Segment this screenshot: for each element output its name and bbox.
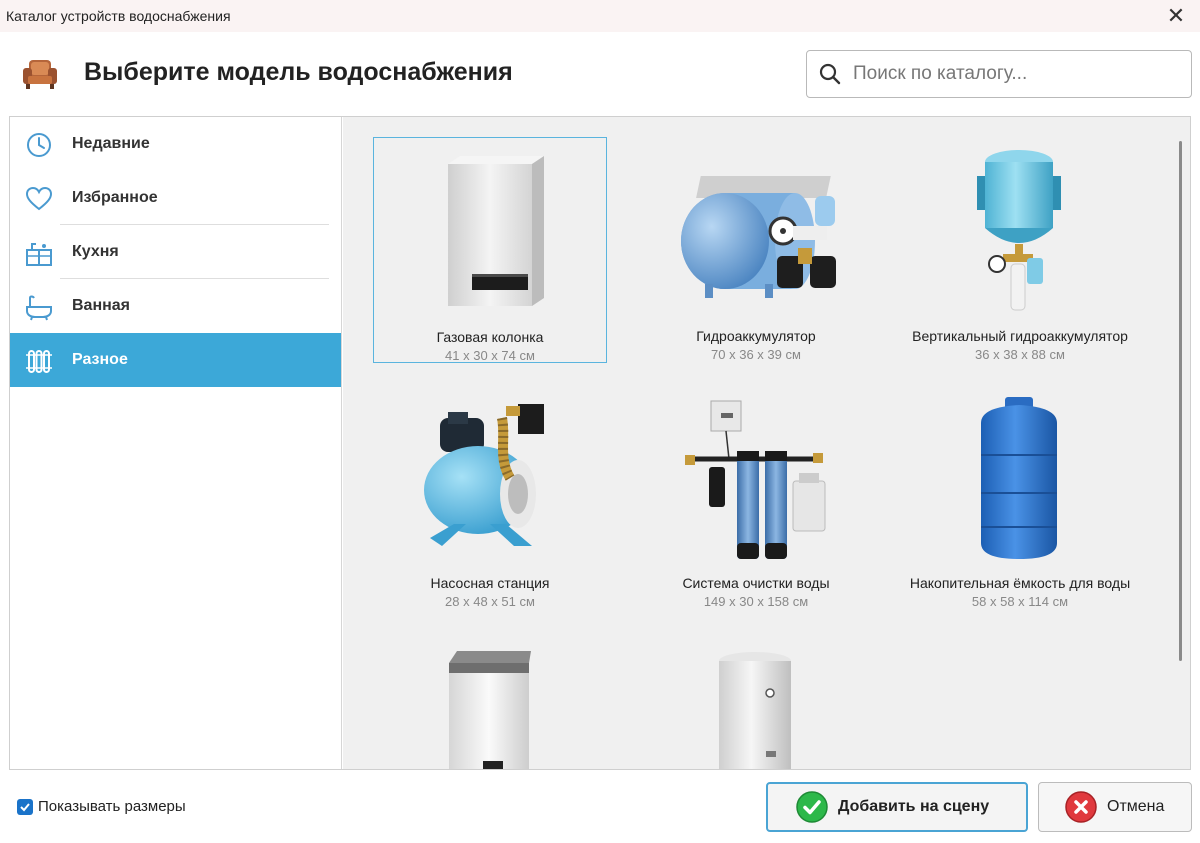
search-input[interactable] [853,63,1173,85]
header: Выберите модель водоснабжения [0,32,1200,116]
ok-check-icon [796,791,828,823]
item-dimensions: 41 x 30 x 74 см [445,348,535,363]
close-icon[interactable]: ✕ [1164,3,1188,28]
armchair-icon [23,60,57,89]
sidebar-item-favorites[interactable]: Избранное [10,171,341,225]
search-box[interactable] [806,50,1192,98]
add-to-scene-button[interactable]: Добавить на сцену [766,782,1028,832]
kitchen-icon [26,243,52,266]
sidebar-item-label: Кухня [72,243,119,260]
page-title: Выберите модель водоснабжения [84,58,513,86]
item-dimensions: 36 x 38 x 88 см [975,347,1065,362]
cancel-button[interactable]: Отмена [1038,782,1192,832]
item-name: Вертикальный гидроаккумулятор [912,328,1128,344]
catalog-item-water-purification[interactable]: Система очистки воды 149 x 30 x 158 см [639,384,873,610]
bathtub-icon [26,295,52,321]
catalog-item-water-heater[interactable] [373,631,607,769]
catalog-item-pump-station[interactable]: Насосная станция 28 x 48 x 51 см [373,384,607,610]
heart-icon [25,186,53,211]
scrollbar-thumb[interactable] [1179,141,1182,661]
item-name: Накопительная ёмкость для воды [909,575,1131,591]
footer: Показывать размеры Добавить на сцену Отм… [0,770,1200,843]
sidebar-item-label: Разное [72,351,128,368]
sidebar-item-kitchen[interactable]: Кухня [10,225,341,279]
item-name: Гидроаккумулятор [696,328,816,344]
catalog-panel: Недавние Избранное Кухня Ванная Разное Г… [9,116,1191,770]
checkbox-checked-icon[interactable] [17,798,33,815]
category-sidebar: Недавние Избранное Кухня Ванная Разное [10,117,342,769]
gas-heater-image [374,142,606,322]
accumulator-image [639,141,871,321]
boiler-image [639,635,871,769]
catalog-item-vertical-accumulator[interactable]: Вертикальный гидроаккумулятор 36 x 38 x … [903,137,1137,363]
catalog-item-gas-heater[interactable]: Газовая колонка 41 x 30 x 74 см [373,137,607,363]
vertical-accumulator-image [903,141,1135,321]
item-name: Насосная станция [430,575,550,591]
water-heater-image [373,635,605,769]
water-purification-image [639,388,871,568]
item-dimensions: 70 x 36 x 39 см [711,347,801,362]
search-icon [807,51,853,97]
catalog-item-boiler[interactable] [639,631,873,769]
item-dimensions: 149 x 30 x 158 см [703,594,809,609]
catalog-item-accumulator[interactable]: Гидроаккумулятор 70 x 36 x 39 см [639,137,873,363]
sidebar-item-label: Недавние [72,135,150,152]
show-sizes-label[interactable]: Показывать размеры [38,798,186,815]
sidebar-item-bathroom[interactable]: Ванная [10,279,341,333]
title-bar: Каталог устройств водоснабжения ✕ [0,0,1200,32]
catalog-item-water-tank[interactable]: Накопительная ёмкость для воды 58 x 58 x… [903,384,1137,610]
sidebar-item-misc[interactable]: Разное [10,333,341,387]
cancel-x-icon [1065,791,1097,823]
add-button-label: Добавить на сцену [838,798,990,815]
item-dimensions: 28 x 48 x 51 см [445,594,535,609]
pump-station-image [373,388,605,568]
show-sizes-checkbox[interactable]: Показывать размеры [17,798,186,815]
sidebar-item-recent[interactable]: Недавние [10,117,341,171]
sidebar-item-label: Ванная [72,297,131,314]
clock-icon [27,133,51,157]
vertical-scrollbar[interactable] [1168,117,1190,769]
item-dimensions: 58 x 58 x 114 см [971,594,1069,609]
water-tank-image [903,388,1135,568]
catalog-grid: Газовая колонка 41 x 30 x 74 см Гидроакк… [343,117,1168,769]
item-name: Газовая колонка [436,329,544,345]
window-title: Каталог устройств водоснабжения [6,8,231,24]
cancel-button-label: Отмена [1107,798,1165,815]
radiator-icon [26,350,52,373]
sidebar-item-label: Избранное [72,189,158,206]
item-name: Система очистки воды [682,575,830,591]
